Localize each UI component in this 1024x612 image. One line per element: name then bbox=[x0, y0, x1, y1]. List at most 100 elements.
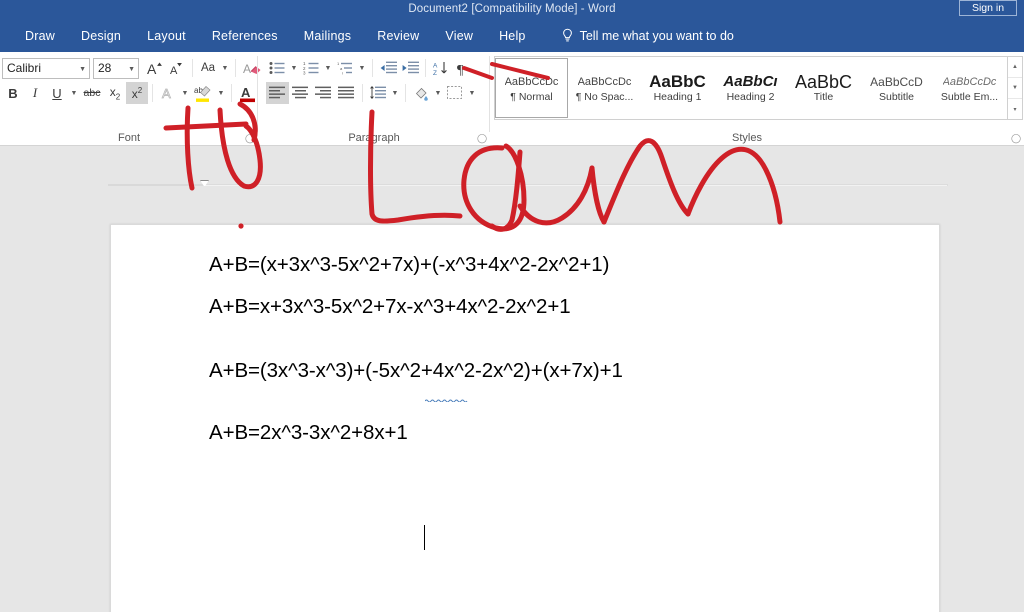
ribbon-group-paragraph: ▼ 1 2 3 ▼ 1 a i ▼ A Z ¶ ▼ ▼ ▼ Paragraph … bbox=[258, 52, 490, 146]
sort-icon: A Z bbox=[433, 61, 447, 76]
shrink-font-button[interactable]: A bbox=[166, 57, 188, 79]
tab-design[interactable]: Design bbox=[68, 26, 134, 46]
style-preview: AaBbC bbox=[649, 73, 706, 90]
justify-button[interactable] bbox=[335, 82, 358, 104]
style-item-heading-1[interactable]: AaBbC Heading 1 bbox=[641, 58, 714, 118]
chevron-down-icon[interactable]: ▼ bbox=[389, 82, 401, 104]
style-item-no-spacing[interactable]: AaBbCcDc ¶ No Spac... bbox=[568, 58, 641, 118]
increase-indent-button[interactable] bbox=[399, 57, 421, 79]
document-line-2: A+B=x+3x^3-5x^2+7x-x^3+4x^2-2x^2+1 bbox=[209, 295, 571, 318]
tab-help[interactable]: Help bbox=[486, 26, 539, 46]
chevron-down-icon[interactable]: ▼ bbox=[356, 57, 368, 79]
sign-in-label: Sign in bbox=[971, 2, 1005, 14]
italic-label: I bbox=[32, 85, 38, 100]
tab-review[interactable]: Review bbox=[364, 26, 432, 46]
font-dialog-launcher[interactable]: ◯ bbox=[245, 133, 255, 143]
styles-gallery-scrollbar[interactable]: ▲ ▼ ▾ bbox=[1008, 56, 1023, 120]
chevron-down-icon[interactable]: ▼ bbox=[288, 57, 300, 79]
style-preview: AaBbCcD bbox=[870, 74, 923, 89]
align-left-button[interactable] bbox=[266, 82, 289, 104]
numbering-button[interactable]: 1 2 3 bbox=[300, 57, 322, 79]
font-name-combo[interactable]: Calibri ▼ bbox=[2, 57, 90, 79]
gallery-scroll-down-button[interactable]: ▼ bbox=[1008, 78, 1022, 99]
chevron-down-icon[interactable]: ▼ bbox=[432, 82, 444, 104]
tab-layout[interactable]: Layout bbox=[134, 26, 199, 46]
text-cursor bbox=[424, 525, 426, 550]
chevron-down-icon[interactable]: ▼ bbox=[179, 82, 191, 104]
paragraph-dialog-launcher[interactable]: ◯ bbox=[477, 133, 487, 143]
tab-view[interactable]: View bbox=[432, 26, 486, 46]
ribbon-tab-strip: Draw Design Layout References Mailings R… bbox=[0, 19, 1024, 52]
chevron-down-icon[interactable]: ▼ bbox=[466, 82, 478, 104]
document-line-3: A+B=(3x^3-x^3)+(-5x^2+4x^2-2x^2)+(x+7x)+… bbox=[209, 359, 623, 382]
show-hide-marks-button[interactable]: ¶ bbox=[452, 57, 474, 79]
style-item-heading-2[interactable]: AaBbCı Heading 2 bbox=[714, 58, 787, 118]
decrease-indent-button[interactable] bbox=[377, 57, 399, 79]
style-label: ¶ Normal bbox=[510, 90, 553, 103]
subscript-button[interactable]: x2 bbox=[104, 82, 126, 104]
style-item-subtle-emphasis[interactable]: AaBbCcDc Subtle Em... bbox=[933, 58, 1006, 118]
font-color-icon: A bbox=[239, 85, 255, 102]
bullets-button[interactable] bbox=[266, 57, 288, 79]
align-center-button[interactable] bbox=[289, 82, 312, 104]
gallery-more-button[interactable]: ▾ bbox=[1008, 99, 1022, 119]
style-item-title[interactable]: AaBbC Title bbox=[787, 58, 860, 118]
styles-gallery: AaBbCcDc ¶ Normal AaBbCcDc ¶ No Spac... … bbox=[494, 56, 1008, 120]
bullets-icon bbox=[269, 62, 285, 74]
chevron-down-icon[interactable]: ▼ bbox=[322, 57, 334, 79]
sort-button[interactable]: A Z bbox=[430, 57, 452, 79]
document-line-1: A+B=(x+3x^3-5x^2+7x)+(-x^3+4x^2-2x^2+1) bbox=[209, 253, 610, 276]
ribbon: Calibri ▼ 28 ▼ A A Aa ▼ A B I U ▼ abc x2… bbox=[0, 52, 1024, 146]
chevron-down-icon[interactable]: ▼ bbox=[68, 82, 80, 104]
line-spacing-button[interactable] bbox=[367, 82, 389, 104]
svg-text:A: A bbox=[241, 85, 251, 100]
style-preview: AaBbCcDc bbox=[942, 75, 997, 88]
style-label: Subtitle bbox=[878, 90, 915, 103]
italic-button[interactable]: I bbox=[24, 82, 46, 104]
style-preview: AaBbCı bbox=[723, 73, 778, 90]
text-effects-button[interactable]: A bbox=[157, 82, 179, 104]
bold-label: B bbox=[8, 85, 18, 101]
svg-text:A: A bbox=[162, 86, 171, 101]
style-item-normal[interactable]: AaBbCcDc ¶ Normal bbox=[495, 58, 568, 118]
underline-button[interactable]: U bbox=[46, 82, 68, 104]
borders-button[interactable] bbox=[444, 82, 466, 104]
document-page[interactable]: A+B=(x+3x^3-5x^2+7x)+(-x^3+4x^2-2x^2+1) … bbox=[110, 224, 940, 612]
sign-in-button[interactable]: Sign in bbox=[959, 0, 1017, 16]
text-highlight-color-button[interactable]: ab bbox=[191, 82, 215, 104]
lightbulb-icon bbox=[562, 28, 572, 42]
shrink-font-icon: A bbox=[170, 63, 182, 76]
svg-text:A: A bbox=[170, 65, 178, 76]
style-preview: AaBbC bbox=[794, 73, 853, 90]
tell-me-search[interactable]: Tell me what you want to do bbox=[561, 28, 734, 43]
chevron-down-icon[interactable]: ▼ bbox=[215, 82, 227, 104]
gallery-scroll-up-button[interactable]: ▲ bbox=[1008, 57, 1022, 78]
change-case-button[interactable]: Aa bbox=[197, 57, 219, 79]
shading-button[interactable] bbox=[410, 82, 432, 104]
ruler[interactable]: 2112345678910111213141516171819 bbox=[0, 146, 1024, 202]
align-right-icon bbox=[315, 86, 331, 99]
align-right-button[interactable] bbox=[312, 82, 335, 104]
increase-indent-icon bbox=[402, 61, 419, 74]
font-color-button[interactable]: A bbox=[236, 82, 258, 104]
ribbon-group-font: Calibri ▼ 28 ▼ A A Aa ▼ A B I U ▼ abc x2… bbox=[0, 52, 260, 146]
strikethrough-button[interactable]: abc bbox=[80, 82, 104, 104]
borders-icon bbox=[447, 86, 462, 99]
chevron-down-icon: ▼ bbox=[128, 65, 135, 73]
font-size-combo[interactable]: 28 ▼ bbox=[93, 57, 139, 79]
word-window: Document2 [Compatibility Mode] - Word Si… bbox=[0, 0, 1024, 612]
chevron-down-icon[interactable]: ▼ bbox=[219, 57, 231, 79]
style-item-subtitle[interactable]: AaBbCcD Subtitle bbox=[860, 58, 933, 118]
numbering-icon: 1 2 3 bbox=[303, 61, 319, 75]
styles-dialog-launcher[interactable]: ◯ bbox=[1011, 133, 1021, 143]
superscript-button[interactable]: x2 bbox=[126, 82, 148, 104]
style-preview: AaBbCcDc bbox=[577, 75, 632, 88]
multilevel-list-button[interactable]: 1 a i bbox=[334, 57, 356, 79]
bold-button[interactable]: B bbox=[2, 82, 24, 104]
tab-mailings[interactable]: Mailings bbox=[291, 26, 364, 46]
grow-font-button[interactable]: A bbox=[144, 57, 166, 79]
tab-references[interactable]: References bbox=[199, 26, 291, 46]
grow-font-icon: A bbox=[147, 61, 162, 76]
tab-draw[interactable]: Draw bbox=[12, 26, 68, 46]
text-effects-icon: A bbox=[161, 86, 171, 101]
